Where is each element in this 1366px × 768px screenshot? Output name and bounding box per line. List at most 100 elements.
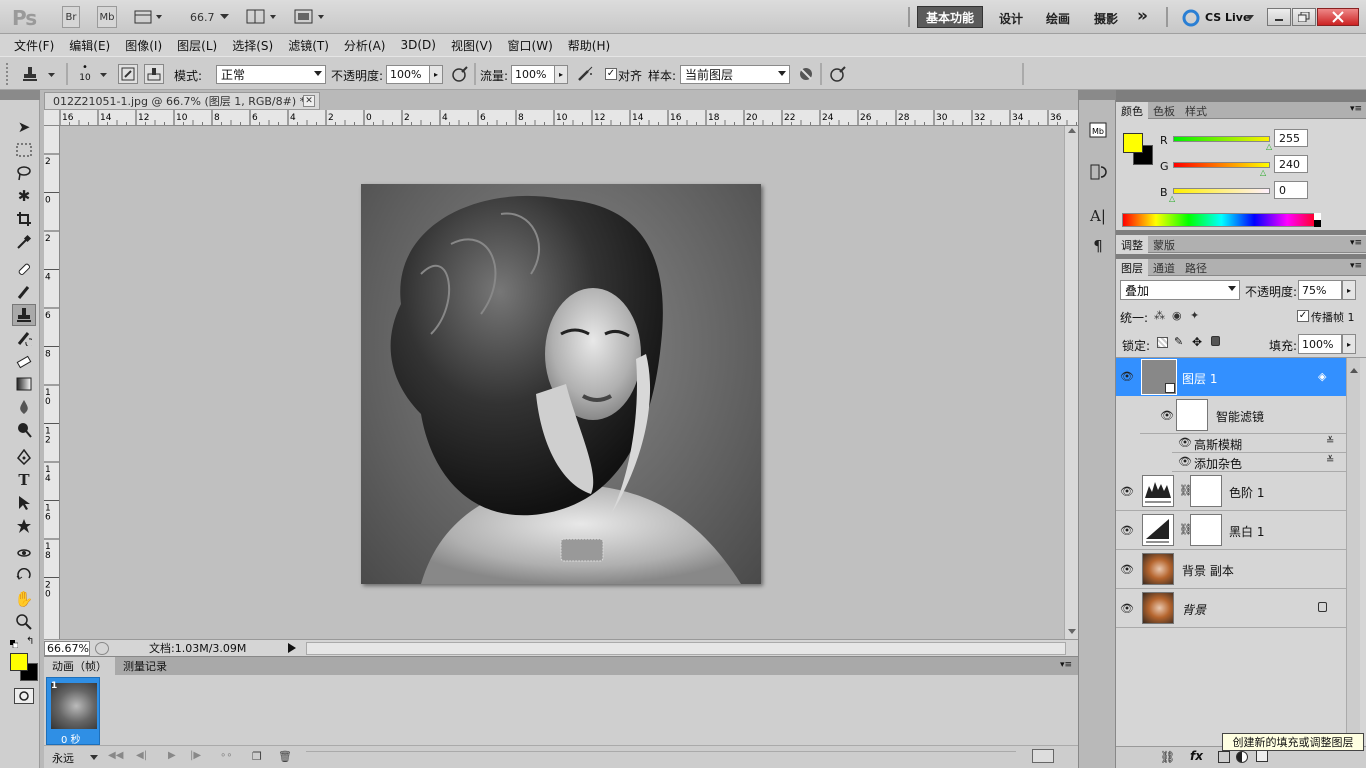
clone-source-toggle[interactable]	[144, 64, 164, 84]
tools-panel-header[interactable]	[0, 90, 40, 100]
menu-help[interactable]: 帮助(H)	[568, 37, 610, 54]
color-panel-header[interactable]	[1116, 90, 1366, 102]
visibility-eye-icon[interactable]: 👁	[1120, 524, 1134, 537]
first-frame-icon[interactable]: ◀◀	[108, 750, 123, 761]
layer-row-background[interactable]: 👁 背景	[1116, 589, 1346, 628]
menu-image[interactable]: 图像(I)	[125, 37, 162, 54]
layers-scrollbar[interactable]	[1346, 358, 1360, 747]
pen-tool-icon[interactable]	[12, 446, 36, 468]
menu-3d[interactable]: 3D(D)	[400, 38, 435, 52]
hand-tool-icon[interactable]: ✋	[12, 588, 36, 610]
blue-slider[interactable]	[1173, 188, 1270, 194]
visibility-eye-icon[interactable]: 👁	[1160, 409, 1174, 422]
status-menu-arrow-icon[interactable]	[288, 643, 297, 653]
blend-mode-select[interactable]: 叠加	[1120, 280, 1240, 300]
menu-analysis[interactable]: 分析(A)	[344, 37, 386, 54]
3d-rotate-tool-icon[interactable]	[12, 542, 36, 564]
layer-opacity-slider-button[interactable]: ▸	[1342, 280, 1356, 300]
close-document-icon[interactable]: ✕	[303, 95, 315, 107]
quick-mask-button[interactable]	[14, 688, 34, 704]
lock-position-icon[interactable]: ✥	[1192, 335, 1202, 349]
character-dock-icon[interactable]: A|	[1086, 204, 1110, 228]
link-layers-icon[interactable]: ⛓	[1160, 750, 1175, 764]
brush-panel-toggle[interactable]	[118, 64, 138, 84]
layer-row-background-copy[interactable]: 👁 背景 副本	[1116, 550, 1346, 589]
add-mask-icon[interactable]	[1218, 751, 1230, 763]
frame-delay[interactable]: 0 秒	[61, 731, 81, 746]
layer-row-black-white[interactable]: 👁 ⛓ 黑白 1	[1116, 511, 1346, 550]
panel-menu-icon[interactable]: ▾≡	[1350, 238, 1362, 248]
mini-bridge-button[interactable]: Mb	[97, 6, 117, 28]
zoom-tool-icon[interactable]	[12, 611, 36, 633]
brush-picker[interactable]: • 10	[78, 63, 92, 85]
blending-options-icon[interactable]: ≚	[1326, 436, 1334, 447]
zoom-field[interactable]: 66.67%	[44, 640, 90, 656]
menu-filter[interactable]: 滤镜(T)	[288, 37, 329, 54]
lock-all-icon[interactable]	[1211, 336, 1220, 346]
ignore-adjustment-layers-toggle[interactable]	[796, 64, 816, 84]
swap-colors-icon[interactable]: ↰	[26, 636, 34, 647]
tab-adjustments[interactable]: 调整	[1116, 236, 1148, 253]
3d-orbit-tool-icon[interactable]	[12, 565, 36, 587]
gradient-tool-icon[interactable]	[12, 373, 36, 395]
color-spectrum-bar[interactable]	[1122, 213, 1321, 227]
tab-measurement-log[interactable]: 测量记录	[115, 657, 175, 675]
flow-slider-button[interactable]: ▸	[554, 65, 568, 84]
minimize-button[interactable]	[1267, 8, 1291, 26]
history-brush-tool-icon[interactable]	[12, 327, 36, 349]
dock-header[interactable]	[1079, 90, 1117, 100]
opacity-slider-button[interactable]: ▸	[429, 65, 443, 84]
new-group-icon[interactable]	[1256, 750, 1268, 762]
tool-preset-picker[interactable]	[20, 64, 40, 84]
paragraph-dock-icon[interactable]: ¶	[1086, 234, 1110, 258]
filter-row-gaussian-blur[interactable]: 👁 高斯模糊 ≚	[1172, 434, 1346, 453]
dodge-tool-icon[interactable]	[12, 419, 36, 441]
play-icon[interactable]: ▶	[168, 750, 176, 761]
status-icon[interactable]	[95, 641, 109, 655]
filter-row-add-noise[interactable]: 👁 添加杂色 ≚	[1172, 453, 1346, 472]
visibility-eye-icon[interactable]: 👁	[1120, 563, 1134, 576]
layer-opacity-input[interactable]: 75%	[1298, 280, 1342, 300]
tab-layers[interactable]: 图层	[1116, 259, 1148, 276]
next-frame-icon[interactable]: |▶	[190, 750, 201, 761]
more-workspaces-icon[interactable]: »	[1137, 6, 1148, 26]
aligned-checkbox[interactable]: ✓	[605, 68, 617, 80]
marquee-tool-icon[interactable]	[12, 139, 36, 161]
document-tab[interactable]: 012Z21051-1.jpg @ 66.7% (图层 1, RGB/8#) *…	[44, 92, 320, 110]
propagate-frame-checkbox[interactable]: ✓	[1297, 310, 1309, 322]
history-dock-icon[interactable]	[1086, 160, 1110, 184]
visibility-eye-icon[interactable]: 👁	[1120, 370, 1134, 383]
sample-select[interactable]: 当前图层	[680, 65, 790, 84]
tab-color[interactable]: 颜色	[1116, 102, 1148, 119]
blur-tool-icon[interactable]	[12, 396, 36, 418]
red-input[interactable]: 255	[1274, 129, 1308, 147]
previous-frame-icon[interactable]: ◀|	[136, 750, 147, 761]
tab-paths[interactable]: 路径	[1180, 259, 1212, 276]
loop-select[interactable]: 永远	[52, 750, 74, 766]
close-button[interactable]	[1317, 8, 1359, 26]
red-slider[interactable]	[1173, 136, 1270, 142]
red-slider-thumb[interactable]: △	[1266, 142, 1272, 151]
blue-slider-thumb[interactable]: △	[1169, 194, 1175, 203]
default-colors-icon[interactable]	[10, 637, 19, 649]
tab-swatches[interactable]: 色板	[1148, 102, 1180, 119]
animation-frame-1[interactable]: 1 0 秒	[46, 677, 100, 746]
opacity-input[interactable]: 100%	[386, 65, 430, 84]
blue-input[interactable]: 0	[1274, 181, 1308, 199]
menu-layer[interactable]: 图层(L)	[177, 37, 217, 54]
unify-position-icon[interactable]: ⁂	[1154, 309, 1165, 322]
tablet-pressure-size-toggle[interactable]	[828, 64, 848, 84]
menu-edit[interactable]: 编辑(E)	[69, 37, 110, 54]
workspace-essentials[interactable]: 基本功能	[917, 6, 983, 28]
lock-pixels-icon[interactable]: ✎	[1174, 335, 1183, 348]
visibility-eye-icon[interactable]: 👁	[1178, 455, 1192, 468]
lasso-tool-icon[interactable]	[12, 162, 36, 184]
clone-stamp-tool-icon[interactable]	[12, 304, 36, 326]
eyedropper-tool-icon[interactable]	[12, 231, 36, 253]
layer-row-smart-filters[interactable]: 👁 智能滤镜	[1140, 396, 1346, 434]
horizontal-scrollbar[interactable]	[306, 641, 1067, 655]
cs-live-button[interactable]: CS Live	[1205, 11, 1250, 24]
green-slider-thumb[interactable]: △	[1260, 168, 1266, 177]
layer-row-layer1[interactable]: 👁 图层 1 ◈	[1116, 358, 1346, 396]
bridge-button[interactable]: Br	[62, 6, 80, 28]
